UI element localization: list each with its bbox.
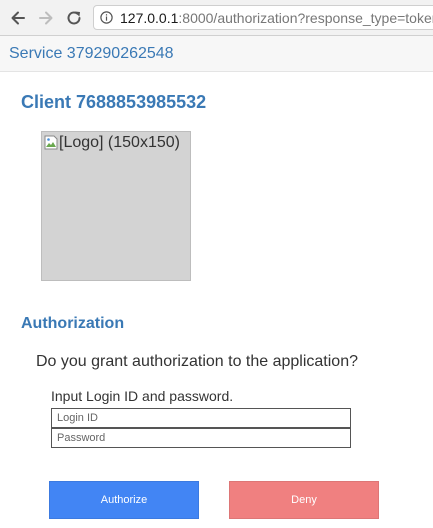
url-text: 127.0.0.1:8000/authorization?response_ty… [120, 10, 433, 26]
authorization-question: Do you grant authorization to the applic… [36, 353, 358, 370]
login-id-input[interactable] [51, 408, 351, 428]
login-instructions: Input Login ID and password. [51, 388, 234, 404]
deny-button[interactable]: Deny [229, 481, 379, 519]
client-title: Client 7688853985532 [21, 92, 207, 112]
service-header: Service 379290262548 [0, 36, 433, 72]
broken-image-icon [44, 135, 58, 150]
reload-icon[interactable] [64, 8, 84, 28]
address-bar[interactable]: 127.0.0.1:8000/authorization?response_ty… [93, 5, 433, 30]
back-arrow-icon[interactable] [8, 8, 28, 28]
logo-alt-text: [Logo] (150x150) [59, 134, 180, 151]
client-logo: [Logo] (150x150) [41, 131, 191, 281]
info-icon[interactable] [100, 11, 113, 24]
password-input[interactable] [51, 428, 351, 448]
url-host: 127.0.0.1 [120, 10, 179, 26]
authorization-heading: Authorization [21, 315, 125, 332]
forward-arrow-icon[interactable] [36, 8, 56, 28]
browser-toolbar: 127.0.0.1:8000/authorization?response_ty… [0, 0, 433, 36]
authorize-button[interactable]: Authorize [49, 481, 199, 519]
url-path: :8000/authorization?response_type=token [178, 10, 433, 26]
service-title: Service 379290262548 [9, 45, 174, 62]
